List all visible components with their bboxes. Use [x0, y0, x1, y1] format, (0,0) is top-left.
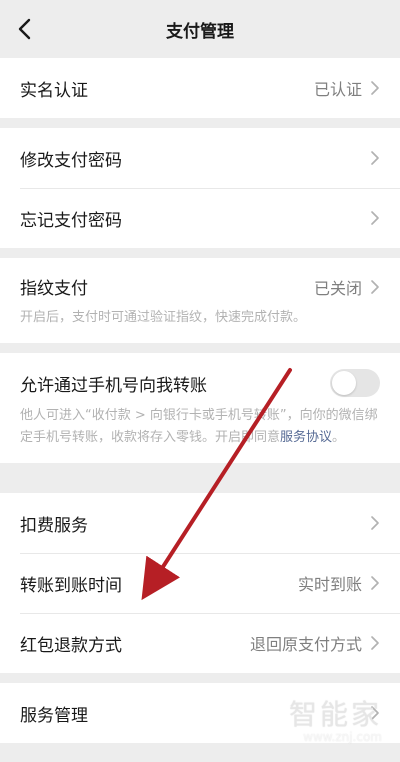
deduction-service-label: 扣费服务: [20, 515, 88, 536]
chevron-right-icon: [371, 151, 379, 165]
service-agreement-link[interactable]: 服务协议: [280, 430, 332, 445]
section-divider: [0, 673, 400, 683]
section-divider: [0, 463, 400, 493]
real-name-label: 实名认证: [20, 80, 88, 101]
password-section: 修改支付密码 忘记支付密码: [0, 128, 400, 248]
phone-transfer-description: 他人可进入“收付款 > 向银行卡或手机号转账”，向你的微信绑定手机号转账，收款将…: [20, 405, 380, 449]
transfer-time-row[interactable]: 转账到账时间 实时到账: [0, 553, 400, 613]
transfer-time-value: 实时到账: [297, 575, 362, 594]
navigation-bar: 支付管理: [0, 0, 400, 58]
real-name-section: 实名认证 已认证: [0, 58, 400, 118]
phone-transfer-section: 允许通过手机号向我转账 他人可进入“收付款 > 向银行卡或手机号转账”，向你的微…: [0, 353, 400, 463]
fingerprint-title-line: 指纹支付 已关闭: [20, 274, 380, 299]
chevron-right-icon: [371, 211, 379, 225]
forgot-password-row[interactable]: 忘记支付密码: [0, 188, 400, 248]
red-packet-refund-label: 红包退款方式: [20, 635, 122, 656]
phone-transfer-description-end: 。: [332, 430, 346, 445]
phone-transfer-title-line: 允许通过手机号向我转账: [20, 369, 380, 397]
chevron-right-icon: [371, 636, 379, 650]
page-title: 支付管理: [166, 22, 234, 42]
red-packet-refund-row[interactable]: 红包退款方式 退回原支付方式: [0, 613, 400, 673]
deduction-service-row[interactable]: 扣费服务: [0, 493, 400, 553]
red-packet-refund-value: 退回原支付方式: [249, 635, 362, 654]
phone-transfer-label: 允许通过手机号向我转账: [20, 375, 207, 396]
watermark-brand: 智能家: [288, 698, 382, 731]
forgot-password-label: 忘记支付密码: [20, 210, 122, 231]
section-divider: [0, 248, 400, 258]
phone-transfer-toggle[interactable]: [330, 369, 380, 397]
fingerprint-section: 指纹支付 已关闭 开启后，支付时可通过验证指纹，快速完成付款。: [0, 258, 400, 343]
fingerprint-label: 指纹支付: [20, 279, 88, 299]
chevron-right-icon: [371, 516, 379, 530]
phone-transfer-row: 允许通过手机号向我转账 他人可进入“收付款 > 向银行卡或手机号转账”，向你的微…: [0, 353, 400, 463]
chevron-right-icon: [371, 576, 379, 590]
change-password-label: 修改支付密码: [20, 150, 122, 171]
chevron-right-icon: [371, 279, 379, 294]
section-divider: [0, 118, 400, 128]
section-divider: [0, 343, 400, 353]
change-password-row[interactable]: 修改支付密码: [0, 128, 400, 188]
transfer-time-label: 转账到账时间: [20, 575, 122, 596]
watermark: 智能家 www.znj.com: [288, 698, 382, 745]
chevron-right-icon: [371, 81, 379, 95]
real-name-status: 已认证: [313, 80, 362, 99]
fingerprint-description: 开启后，支付时可通过验证指纹，快速完成付款。: [20, 310, 307, 325]
payment-section: 扣费服务 转账到账时间 实时到账 红包退款方式 退回原支付方式: [0, 493, 400, 673]
fingerprint-status: 已关闭: [313, 278, 362, 298]
watermark-url: www.znj.com: [303, 730, 382, 744]
fingerprint-row[interactable]: 指纹支付 已关闭 开启后，支付时可通过验证指纹，快速完成付款。: [0, 258, 400, 343]
real-name-row[interactable]: 实名认证 已认证: [0, 58, 400, 118]
